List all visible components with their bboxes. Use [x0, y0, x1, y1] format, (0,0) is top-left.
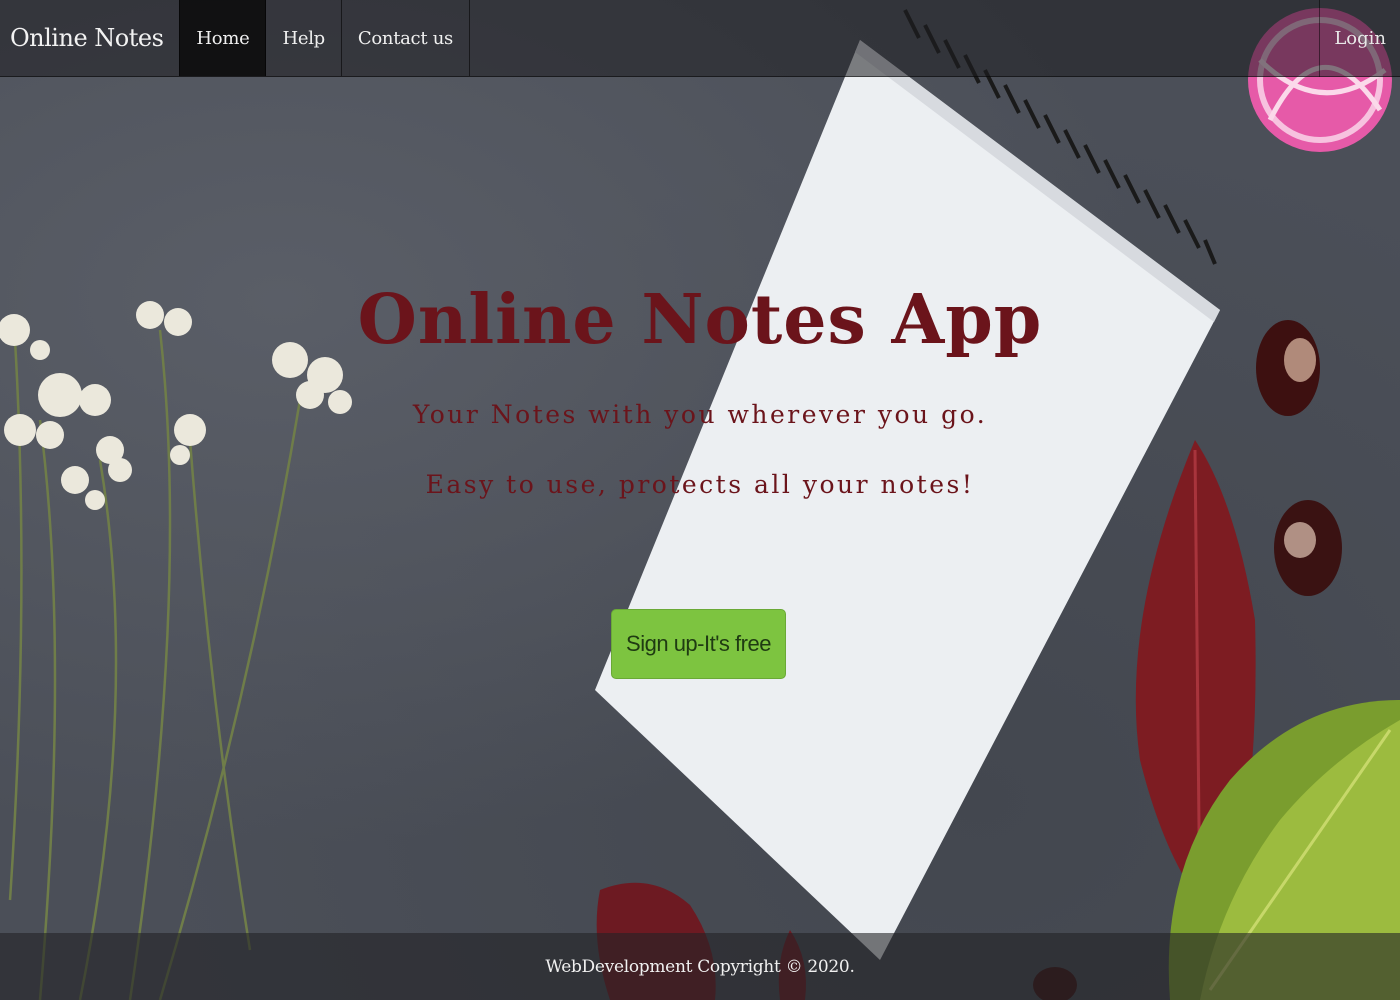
- login-link[interactable]: Login: [1319, 0, 1400, 77]
- top-navbar: Online Notes Home Help Contact us Login: [0, 0, 1400, 77]
- signup-button[interactable]: Sign up-It's free: [611, 609, 786, 679]
- footer-copyright: WebDevelopment Copyright © 2020.: [545, 956, 855, 977]
- nav-help[interactable]: Help: [266, 0, 342, 76]
- hero-subtitle-1: Your Notes with you wherever you go.: [412, 400, 988, 429]
- hero-title: Online Notes App: [357, 280, 1043, 360]
- nav-contact-us[interactable]: Contact us: [342, 0, 470, 76]
- footer: WebDevelopment Copyright © 2020.: [0, 933, 1400, 1000]
- background-scene: [0, 8, 1400, 1000]
- nav-home[interactable]: Home: [179, 0, 267, 76]
- brand-logo[interactable]: Online Notes: [0, 0, 179, 76]
- background-photo: [0, 0, 1400, 1000]
- hero-subtitle-2: Easy to use, protects all your notes!: [425, 470, 975, 499]
